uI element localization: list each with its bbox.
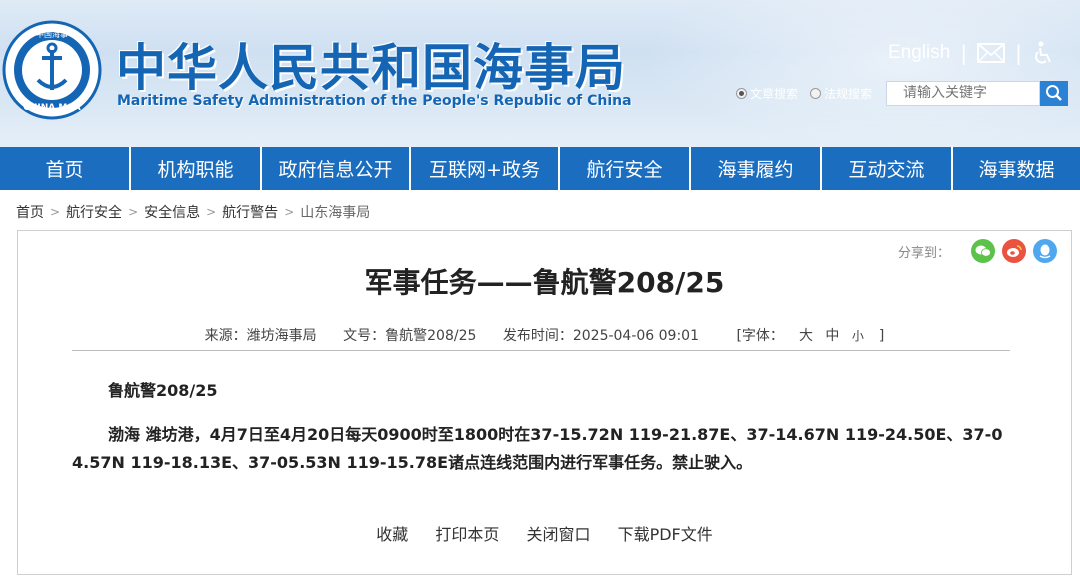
article-paragraph: 鲁航警208/25 xyxy=(108,381,218,400)
print-link[interactable]: 打印本页 xyxy=(435,525,499,544)
divider xyxy=(72,350,1010,351)
meta-source: 来源：潍坊海事局 xyxy=(204,328,317,344)
share-bar: 分享到： xyxy=(898,239,1057,263)
breadcrumb-item[interactable]: 安全信息 xyxy=(144,202,200,222)
chevron-right-icon: > xyxy=(206,205,217,219)
logo-top-text: 中国海事 xyxy=(36,29,68,39)
nav-item-gov-info[interactable]: 政府信息公开 xyxy=(262,147,411,190)
search-icon xyxy=(1046,85,1062,101)
close-window-link[interactable]: 关闭窗口 xyxy=(526,525,590,544)
weibo-icon[interactable] xyxy=(1002,239,1026,263)
logo-text: CHINA MSA xyxy=(23,103,81,113)
mail-icon[interactable] xyxy=(977,43,1006,63)
download-pdf-link[interactable]: 下载PDF文件 xyxy=(618,525,713,544)
search-option-label: 法规搜索 xyxy=(824,86,873,101)
search-option-regulations[interactable]: 法规搜索 xyxy=(810,85,872,102)
top-links: English | | xyxy=(888,38,1054,68)
font-size-control: [字体： 大 中 小] xyxy=(725,328,895,344)
accessibility-icon[interactable] xyxy=(1032,41,1054,65)
breadcrumb: 首页 > 航行安全 > 安全信息 > 航行警告 > 山东海事局 xyxy=(16,202,370,222)
chevron-right-icon: > xyxy=(284,205,295,219)
site-title: 中华人民共和国海事局 xyxy=(116,39,626,97)
search-bar: 文章搜索 法规搜索 xyxy=(736,80,1069,106)
nav-item-functions[interactable]: 机构职能 xyxy=(131,147,262,190)
font-size-label: [字体： xyxy=(736,328,784,344)
favorite-link[interactable]: 收藏 xyxy=(376,525,408,544)
search-option-label: 文章搜索 xyxy=(750,86,799,101)
nav-item-interaction[interactable]: 互动交流 xyxy=(822,147,953,190)
divider: | xyxy=(1015,41,1022,65)
english-link[interactable]: English xyxy=(888,42,950,64)
font-size-large[interactable]: 大 xyxy=(799,328,813,344)
search-input[interactable] xyxy=(886,80,1041,106)
article-actions: 收藏 打印本页 关闭窗口 下载PDF文件 xyxy=(18,521,1071,545)
article-paragraph: 渤海 潍坊港，4月7日至4月20日每天0900时至1800时在37-15.72N… xyxy=(72,425,1003,472)
breadcrumb-item[interactable]: 航行安全 xyxy=(66,202,122,222)
font-size-medium[interactable]: 中 xyxy=(825,328,839,344)
article-panel: 分享到： 军事任务——鲁航警208/25 来源：潍坊海事局 文号：鲁航警208/… xyxy=(17,230,1072,575)
meta-published: 发布时间：2025-04-06 09:01 xyxy=(502,328,700,344)
divider: | xyxy=(960,41,968,65)
site-subtitle: Maritime Safety Administration of the Pe… xyxy=(117,93,632,109)
nav-item-navigation-safety[interactable]: 航行安全 xyxy=(560,147,691,190)
chevron-right-icon: > xyxy=(128,205,139,219)
radio-icon xyxy=(736,87,747,99)
nav-item-home[interactable]: 首页 xyxy=(0,147,131,190)
font-size-small[interactable]: 小 xyxy=(852,329,864,343)
radio-icon xyxy=(810,87,822,99)
main-nav: 首页 机构职能 政府信息公开 互联网+政务 航行安全 海事履约 互动交流 海事数… xyxy=(0,147,1080,190)
breadcrumb-item[interactable]: 首页 xyxy=(16,202,44,222)
chevron-right-icon: > xyxy=(50,205,61,219)
nav-item-data[interactable]: 海事数据 xyxy=(953,147,1080,190)
meta-doc-no: 文号：鲁航警208/25 xyxy=(343,328,477,344)
article-body: 鲁航警208/25 渤海 潍坊港，4月7日至4月20日每天0900时至1800时… xyxy=(72,377,1012,493)
nav-item-compliance[interactable]: 海事履约 xyxy=(691,147,822,190)
article-title: 军事任务——鲁航警208/25 xyxy=(364,266,725,299)
article-meta: 来源：潍坊海事局 文号：鲁航警208/25 发布时间：2025-04-06 09… xyxy=(18,325,1071,345)
qq-icon[interactable] xyxy=(1033,239,1057,263)
site-header: 中国海事 CHINA MSA 中华人民共和国海事局 Maritime Safet… xyxy=(0,0,1080,147)
font-size-close: ] xyxy=(878,328,885,344)
nav-item-internet-gov[interactable]: 互联网+政务 xyxy=(411,147,560,190)
breadcrumb-item[interactable]: 航行警告 xyxy=(222,202,278,222)
search-option-articles[interactable]: 文章搜索 xyxy=(736,85,798,102)
search-button[interactable] xyxy=(1040,80,1069,106)
china-msa-logo[interactable]: 中国海事 CHINA MSA xyxy=(2,20,102,120)
share-label: 分享到： xyxy=(897,245,950,261)
breadcrumb-item[interactable]: 山东海事局 xyxy=(300,202,370,222)
wechat-icon[interactable] xyxy=(971,239,995,263)
